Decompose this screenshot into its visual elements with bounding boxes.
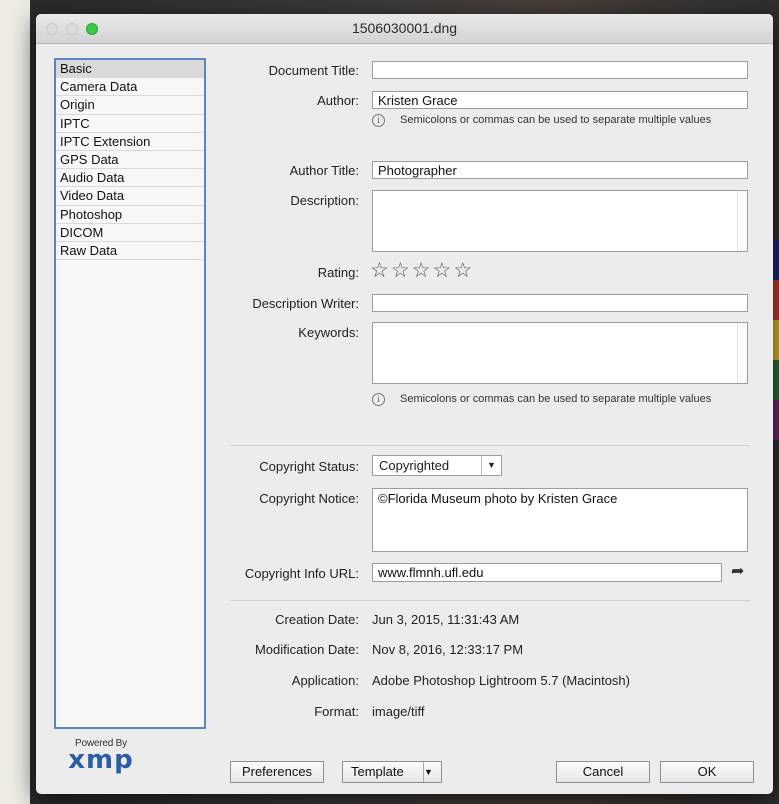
author-title-label: Author Title: bbox=[289, 163, 359, 178]
format-label: Format: bbox=[314, 704, 359, 719]
application-value: Adobe Photoshop Lightroom 5.7 (Macintosh… bbox=[372, 673, 630, 688]
copyright-status-select[interactable]: Copyrighted ▼ bbox=[372, 455, 502, 476]
sidebar-item-origin[interactable]: Origin bbox=[56, 96, 204, 115]
copyright-notice-value: ©Florida Museum photo by Kristen Grace bbox=[378, 491, 618, 506]
document-title-label: Document Title: bbox=[268, 63, 359, 78]
sidebar-item-iptc[interactable]: IPTC bbox=[56, 115, 204, 133]
sidebar-item-raw-data[interactable]: Raw Data bbox=[56, 242, 204, 261]
modification-date-value: Nov 8, 2016, 12:33:17 PM bbox=[372, 642, 524, 657]
format-value: image/tiff bbox=[372, 704, 425, 719]
template-button[interactable]: Template ▼ bbox=[342, 761, 442, 783]
info-icon: i bbox=[372, 393, 385, 406]
sidebar-item-camera-data[interactable]: Camera Data bbox=[56, 78, 204, 97]
star-icon[interactable]: ☆ bbox=[370, 259, 391, 282]
title-bar: 1506030001.dng bbox=[36, 14, 773, 44]
keywords-hint: i Semicolons or commas can be used to se… bbox=[372, 393, 752, 406]
author-label: Author: bbox=[317, 93, 359, 108]
go-to-url-icon[interactable]: ➦ bbox=[731, 561, 744, 581]
copyright-status-value: Copyrighted bbox=[379, 458, 450, 473]
keywords-scrollbar[interactable] bbox=[737, 323, 747, 383]
copyright-url-field[interactable]: www.flmnh.ufl.edu bbox=[372, 563, 722, 582]
description-scrollbar[interactable] bbox=[737, 191, 747, 251]
description-label: Description: bbox=[290, 193, 359, 208]
copyright-notice-label: Copyright Notice: bbox=[259, 491, 359, 506]
author-hint: i Semicolons or commas can be used to se… bbox=[372, 114, 752, 127]
ok-button[interactable]: OK bbox=[660, 761, 754, 783]
chevron-down-icon: ▼ bbox=[423, 762, 441, 782]
author-field[interactable]: Kristen Grace bbox=[372, 91, 748, 109]
info-icon: i bbox=[372, 114, 385, 127]
description-field[interactable] bbox=[372, 190, 748, 252]
document-title-field[interactable] bbox=[372, 61, 748, 79]
keywords-field[interactable] bbox=[372, 322, 748, 384]
category-sidebar: Basic Camera Data Origin IPTC IPTC Exten… bbox=[54, 58, 206, 729]
preferences-button[interactable]: Preferences bbox=[230, 761, 324, 783]
sidebar-item-basic[interactable]: Basic bbox=[56, 60, 204, 79]
application-label: Application: bbox=[291, 673, 359, 688]
copyright-notice-field[interactable]: ©Florida Museum photo by Kristen Grace bbox=[372, 488, 748, 552]
file-info-dialog: 1506030001.dng Basic Camera Data Origin … bbox=[36, 14, 773, 794]
chevron-down-icon: ▼ bbox=[481, 456, 501, 475]
copyright-status-label: Copyright Status: bbox=[259, 459, 359, 474]
modification-date-label: Modification Date: bbox=[254, 642, 359, 657]
sidebar-item-dicom[interactable]: DICOM bbox=[56, 224, 204, 242]
star-icon[interactable]: ☆ bbox=[391, 259, 412, 282]
window-title: 1506030001.dng bbox=[351, 20, 458, 36]
sidebar-item-gps-data[interactable]: GPS Data bbox=[56, 151, 204, 170]
star-icon[interactable]: ☆ bbox=[412, 259, 433, 282]
rating-label: Rating: bbox=[317, 265, 359, 280]
sidebar-item-iptc-extension[interactable]: IPTC Extension bbox=[56, 133, 204, 151]
xmp-logo: xmp bbox=[68, 745, 134, 775]
keywords-hint-text: Semicolons or commas can be used to sepa… bbox=[400, 393, 712, 405]
section-divider bbox=[230, 445, 750, 446]
star-icon[interactable]: ☆ bbox=[432, 259, 453, 282]
star-icon[interactable]: ☆ bbox=[453, 259, 474, 282]
section-divider bbox=[230, 600, 750, 601]
keywords-label: Keywords: bbox=[298, 325, 359, 340]
author-hint-text: Semicolons or commas can be used to sepa… bbox=[400, 114, 712, 126]
sidebar-item-audio-data[interactable]: Audio Data bbox=[56, 169, 204, 188]
template-button-label: Template bbox=[351, 764, 404, 779]
description-writer-field[interactable] bbox=[372, 294, 748, 312]
description-writer-label: Description Writer: bbox=[252, 296, 359, 311]
copyright-url-label: Copyright Info URL: bbox=[244, 566, 359, 581]
cancel-button[interactable]: Cancel bbox=[556, 761, 650, 783]
author-title-field[interactable]: Photographer bbox=[372, 161, 748, 179]
sidebar-item-photoshop[interactable]: Photoshop bbox=[56, 206, 204, 224]
rating-stars: ☆☆☆☆☆ bbox=[370, 260, 474, 282]
creation-date-value: Jun 3, 2015, 11:31:43 AM bbox=[372, 612, 520, 627]
xmp-branding: Powered By xmp bbox=[56, 738, 146, 775]
creation-date-label: Creation Date: bbox=[275, 612, 359, 627]
sidebar-item-video-data[interactable]: Video Data bbox=[56, 187, 204, 206]
